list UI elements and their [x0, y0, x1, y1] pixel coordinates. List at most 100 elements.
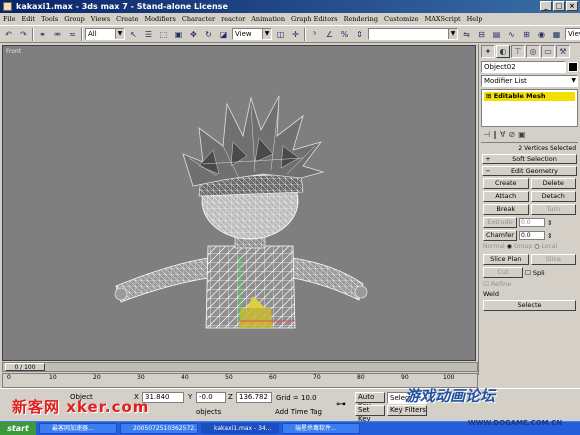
stack-item-editable-mesh[interactable]: ⊞ Editable Mesh: [484, 92, 575, 101]
cut-button[interactable]: Cut: [483, 267, 523, 278]
extrude-spinner[interactable]: 0.0: [519, 218, 545, 227]
hierarchy-tab-icon[interactable]: ⊤: [511, 45, 525, 58]
weld-selected-button[interactable]: Selecte: [483, 300, 576, 311]
render-type-dropdown[interactable]: View ▼: [565, 28, 580, 40]
chamfer-button[interactable]: Chamfer: [483, 230, 517, 241]
angle-snap-icon[interactable]: ∠: [323, 28, 336, 41]
taskbar-item[interactable]: 2005072510362572...: [120, 423, 198, 434]
make-unique-icon[interactable]: ∀: [500, 130, 505, 139]
bind-space-warp-icon[interactable]: ≈: [66, 28, 79, 41]
rectangular-selection-icon[interactable]: ⬚: [157, 28, 170, 41]
select-by-name-icon[interactable]: ☰: [142, 28, 155, 41]
select-move-icon[interactable]: ✥: [187, 28, 200, 41]
create-tab-icon[interactable]: ✦: [481, 45, 495, 58]
add-time-tag-button[interactable]: Add Time Tag: [275, 408, 322, 416]
slice-plane-button[interactable]: Slice Plan: [483, 254, 529, 265]
remove-modifier-icon[interactable]: ⊘: [508, 130, 515, 139]
layer-manager-icon[interactable]: ▤: [490, 28, 503, 41]
set-key-button[interactable]: Set Key: [355, 405, 385, 423]
extrude-button[interactable]: Extrude: [483, 217, 517, 228]
attach-button[interactable]: Attach: [483, 191, 529, 202]
soft-selection-rollout[interactable]: + Soft Selection: [482, 154, 577, 164]
menu-character[interactable]: Character: [182, 15, 215, 23]
menu-edit[interactable]: Edit: [22, 15, 36, 23]
reference-coordinate-dropdown[interactable]: View ▼: [232, 28, 272, 40]
detach-button[interactable]: Detach: [530, 191, 576, 202]
menu-graph-editors[interactable]: Graph Editors: [291, 15, 338, 23]
delete-button[interactable]: Delete: [530, 178, 576, 189]
render-scene-icon[interactable]: ▦: [550, 28, 563, 41]
menu-customize[interactable]: Customize: [384, 15, 419, 23]
menu-rendering[interactable]: Rendering: [344, 15, 378, 23]
menu-views[interactable]: Views: [91, 15, 110, 23]
split-checkbox-icon[interactable]: ☐: [525, 269, 531, 277]
spinner-arrows-icon[interactable]: ⇕: [547, 219, 552, 227]
named-selection-sets-dropdown[interactable]: ▼: [368, 28, 458, 40]
selection-filter-dropdown[interactable]: All ▼: [85, 28, 125, 40]
show-end-result-icon[interactable]: ‖: [493, 130, 497, 139]
menu-tools[interactable]: Tools: [41, 15, 58, 23]
unlink-icon[interactable]: ⚮: [51, 28, 64, 41]
object-name-field[interactable]: Object02: [481, 61, 566, 73]
select-rotate-icon[interactable]: ↻: [202, 28, 215, 41]
slice-button[interactable]: Slice: [530, 254, 576, 265]
minimize-button[interactable]: _: [540, 1, 552, 11]
auto-key-button[interactable]: Auto Key: [355, 392, 385, 410]
edit-geometry-rollout[interactable]: − Edit Geometry: [482, 166, 577, 176]
material-editor-icon[interactable]: ◉: [535, 28, 548, 41]
window-crossing-icon[interactable]: ▣: [172, 28, 185, 41]
y-coordinate-field[interactable]: -0.0: [196, 392, 226, 403]
undo-icon[interactable]: ↶: [2, 28, 15, 41]
menu-animation[interactable]: Animation: [251, 15, 285, 23]
modify-tab-icon[interactable]: ◐: [496, 45, 510, 58]
key-icon[interactable]: ⊶: [336, 399, 346, 410]
configure-sets-icon[interactable]: ▣: [518, 130, 526, 139]
schematic-view-icon[interactable]: ⊞: [520, 28, 533, 41]
menu-modifiers[interactable]: Modifiers: [144, 15, 175, 23]
taskbar-item[interactable]: 最客网加速器...: [39, 423, 117, 434]
display-tab-icon[interactable]: ▭: [541, 45, 555, 58]
menu-group[interactable]: Group: [64, 15, 85, 23]
watermark-right: 游戏动画论坛: [405, 387, 496, 405]
key-filters-button[interactable]: Key Filters: [387, 405, 427, 416]
align-icon[interactable]: ⊟: [475, 28, 488, 41]
menu-maxscript[interactable]: MAXScript: [425, 15, 461, 23]
menu-create[interactable]: Create: [116, 15, 138, 23]
local-radio-icon[interactable]: ○: [534, 243, 539, 250]
close-button[interactable]: ×: [566, 1, 578, 11]
front-viewport[interactable]: Front: [2, 45, 476, 361]
pivot-center-icon[interactable]: ◫: [274, 28, 287, 41]
taskbar-item[interactable]: kakaxi1.max - 34...: [201, 423, 279, 434]
menu-file[interactable]: File: [3, 15, 16, 23]
modifier-list-dropdown[interactable]: Modifier List ▼: [481, 75, 578, 87]
spinner-arrows-icon[interactable]: ⇕: [547, 232, 552, 240]
mirror-icon[interactable]: ⇋: [460, 28, 473, 41]
time-slider[interactable]: 0 / 100: [2, 362, 478, 372]
object-color-swatch[interactable]: [568, 62, 578, 72]
chamfer-spinner[interactable]: 0.0: [519, 231, 545, 240]
menu-help[interactable]: Help: [467, 15, 483, 23]
menu-reactor[interactable]: reactor: [221, 15, 245, 23]
spinner-snap-icon[interactable]: ⇕: [353, 28, 366, 41]
link-icon[interactable]: ⚭: [36, 28, 49, 41]
select-scale-icon[interactable]: ◪: [217, 28, 230, 41]
curve-editor-icon[interactable]: ∿: [505, 28, 518, 41]
select-object-icon[interactable]: ↖: [127, 28, 140, 41]
time-slider-thumb[interactable]: 0 / 100: [5, 363, 45, 371]
motion-tab-icon[interactable]: ◎: [526, 45, 540, 58]
start-button[interactable]: start: [0, 422, 36, 435]
snaps-toggle-icon[interactable]: ³: [308, 28, 321, 41]
percent-snap-icon[interactable]: %: [338, 28, 351, 41]
group-radio-icon[interactable]: ◉: [507, 243, 512, 250]
z-coordinate-field[interactable]: 136.782: [236, 392, 272, 403]
create-button[interactable]: Create: [483, 178, 529, 189]
select-manipulate-icon[interactable]: ✛: [289, 28, 302, 41]
maximize-button[interactable]: □: [553, 1, 565, 11]
turn-button[interactable]: Turn: [530, 204, 576, 215]
utilities-tab-icon[interactable]: ⚒: [556, 45, 570, 58]
taskbar-item[interactable]: 瑞星杀毒软件...: [282, 423, 360, 434]
pin-stack-icon[interactable]: ⊣: [483, 130, 490, 139]
break-button[interactable]: Break: [483, 204, 529, 215]
refine-checkbox-icon[interactable]: ☑: [483, 280, 489, 288]
redo-icon[interactable]: ↷: [17, 28, 30, 41]
